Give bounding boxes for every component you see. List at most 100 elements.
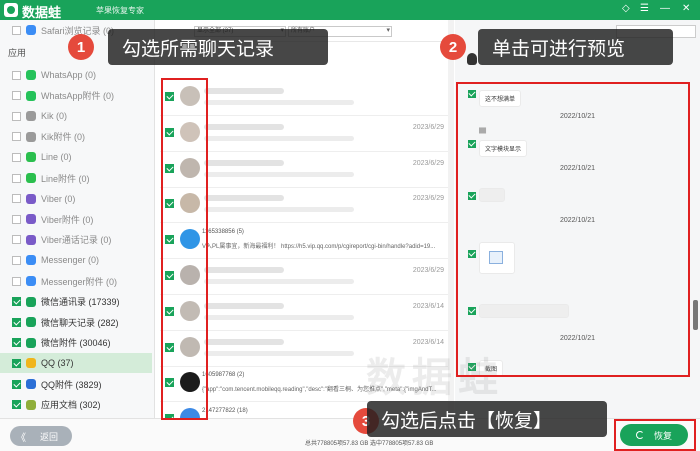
sidebar-item-label: Viber附件 (0) [41, 214, 94, 225]
back-chevron-icon: 《 [16, 432, 26, 444]
list-item[interactable]: 2023/6/29 [160, 259, 448, 295]
title-bar: 数据蛙 苹果恢复专家 ◇ ☰ — ✕ [0, 0, 700, 20]
checkbox[interactable] [12, 91, 21, 101]
checkbox[interactable] [12, 276, 21, 286]
row-checkbox[interactable] [165, 306, 174, 316]
sender-name: ██ [479, 128, 487, 134]
sidebar-item-label: WhatsApp (0) [41, 70, 97, 80]
sidebar-item[interactable]: 微信通讯录 (17339) [0, 292, 152, 312]
message-checkbox[interactable] [468, 192, 476, 200]
checkbox[interactable] [12, 132, 21, 142]
checkbox[interactable] [12, 235, 21, 245]
list-item[interactable]: 2023/6/29 [160, 187, 448, 224]
recover-button[interactable]: 恢复 [620, 424, 688, 446]
sidebar-scrollbar[interactable] [154, 235, 155, 400]
app-icon [26, 255, 36, 266]
sidebar-item-label: Viber通话记录 (0) [41, 235, 112, 246]
sidebar-item[interactable]: 应用文档 (302) [0, 395, 152, 415]
sidebar-item[interactable]: 微信附件 (30046) [0, 333, 152, 353]
app-icon [26, 337, 36, 348]
list-item[interactable]: 2023/6/14 [160, 295, 448, 331]
back-button[interactable]: 《 返回 [10, 426, 72, 446]
message-date: 2022/10/21 [559, 113, 596, 120]
minimize-icon[interactable]: — [660, 3, 670, 14]
sidebar-item[interactable]: Viber通话记录 (0) [0, 230, 152, 250]
sidebar-item[interactable]: QQ (37) [0, 353, 152, 374]
blurred-snippet [204, 135, 354, 141]
app-name: 数据蛙 [22, 5, 62, 20]
checkbox[interactable] [12, 400, 21, 410]
list-item[interactable]: 2023/6/29 [160, 116, 448, 152]
sidebar-item[interactable]: Kik (0) [0, 106, 152, 126]
list-item[interactable]: 2023/6/29 [160, 152, 448, 188]
app-icon [26, 317, 36, 328]
message-checkbox[interactable] [468, 307, 476, 315]
app-icon [26, 152, 36, 163]
avatar [180, 336, 200, 357]
blurred-snippet [204, 100, 354, 105]
sidebar-item[interactable]: Line (0) [0, 147, 152, 167]
checkbox[interactable] [12, 152, 21, 162]
sidebar-item[interactable]: QQ附件 (3829) [0, 374, 152, 394]
row-date: 2023/6/29 [412, 195, 444, 203]
checkbox[interactable] [12, 317, 21, 327]
checkbox[interactable] [12, 214, 21, 224]
sidebar-item[interactable]: Messenger (0) [0, 250, 152, 270]
selection-summary: 总共778805项57.83 GB 选中778805项57.83 GB [305, 441, 434, 447]
checkbox[interactable] [12, 297, 21, 307]
message-checkbox[interactable] [468, 140, 476, 148]
sidebar-item[interactable]: 微信聊天记录 (282) [0, 312, 152, 332]
checkbox[interactable] [12, 111, 21, 121]
sidebar-item[interactable]: Viber (0) [0, 189, 152, 209]
sidebar-item[interactable]: Kik附件 (0) [0, 127, 152, 147]
sidebar-item-label: Messenger (0) [41, 255, 100, 266]
app-icon [26, 296, 36, 307]
row-checkbox[interactable] [165, 199, 174, 209]
row-date: 2023/6/29 [412, 159, 444, 167]
row-checkbox[interactable] [165, 235, 174, 245]
message-checkbox[interactable] [468, 250, 476, 258]
sidebar-item-label: Kik (0) [41, 111, 68, 122]
checkbox[interactable] [12, 338, 21, 348]
sidebar-item[interactable]: WhatsApp (0) [0, 65, 152, 85]
sidebar-item-label: Line (0) [41, 152, 72, 163]
sidebar-item-label: 微信聊天记录 (282) [41, 317, 119, 328]
section-label: 应用 [8, 48, 27, 58]
sidebar-item[interactable]: Line附件 (0) [0, 168, 152, 188]
menu-icon[interactable]: ☰ [640, 3, 649, 14]
list-item[interactable] [160, 80, 448, 116]
row-checkbox[interactable] [165, 127, 174, 137]
row-checkbox[interactable] [165, 163, 174, 173]
sidebar-item-label: QQ附件 (3829) [41, 379, 102, 390]
close-icon[interactable]: ✕ [682, 3, 690, 14]
avatar [180, 300, 200, 321]
checkbox[interactable] [12, 70, 21, 80]
back-label: 返回 [40, 431, 59, 442]
checkbox[interactable] [12, 358, 21, 368]
checkbox[interactable] [12, 25, 21, 35]
checkbox[interactable] [12, 173, 21, 183]
row-checkbox[interactable] [165, 378, 174, 388]
preview-scrollbar[interactable] [693, 300, 698, 330]
checkbox[interactable] [12, 379, 21, 389]
blurred-name [204, 302, 284, 309]
message-checkbox[interactable] [468, 90, 476, 98]
sidebar-item[interactable]: WhatsApp附件 (0) [0, 86, 152, 106]
sidebar-item[interactable]: Viber附件 (0) [0, 209, 152, 229]
message-bubble: 这不想满单 [479, 90, 522, 107]
message-date: 2022/10/21 [559, 335, 596, 342]
checkbox[interactable] [12, 255, 21, 265]
app-icon [26, 111, 36, 122]
blurred-bubble [479, 304, 569, 318]
list-item[interactable]: 1165338856 (5) V入PL属事宜，新海最福利！ https://h5.… [160, 223, 448, 260]
sidebar-item-label: 应用文档 (302) [41, 400, 101, 411]
callout-3: 勾选后点击【恢复】 [367, 401, 607, 437]
diamond-icon[interactable]: ◇ [622, 3, 630, 14]
sidebar-item[interactable]: Messenger附件 (0) [0, 271, 152, 291]
row-checkbox[interactable] [165, 342, 174, 352]
image-placeholder-icon [489, 251, 503, 264]
checkbox[interactable] [12, 194, 21, 204]
row-checkbox[interactable] [165, 271, 174, 280]
row-checkbox[interactable] [165, 92, 174, 101]
row-date: 2023/6/14 [412, 302, 444, 310]
